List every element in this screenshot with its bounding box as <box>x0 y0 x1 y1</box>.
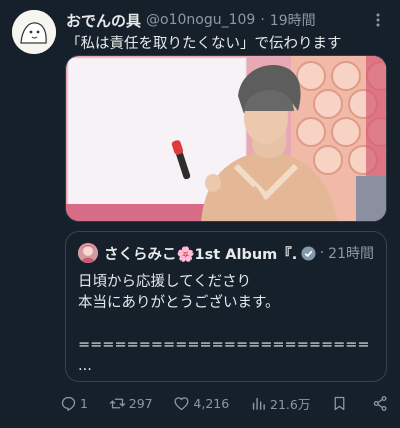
post-image[interactable] <box>65 55 387 222</box>
views-button[interactable]: 21.6万 <box>250 394 310 413</box>
reply-icon <box>61 396 76 411</box>
repost-icon <box>109 398 125 408</box>
action-bar: 1 297 4,216 21.6万 <box>60 392 392 414</box>
quoted-display-name: さくらみこ🌸1st Album『... <box>104 246 298 263</box>
quoted-line: ... <box>78 358 92 374</box>
heart-icon <box>174 396 189 410</box>
photo <box>66 56 386 221</box>
timestamp[interactable]: 19時間 <box>270 10 316 30</box>
repost-count: 297 <box>128 395 153 411</box>
handle[interactable]: @o10nogu_109 <box>146 12 255 28</box>
reply-button[interactable]: 1 <box>60 395 88 412</box>
quoted-line <box>78 314 370 335</box>
quoted-line: 本当にありがとうございます。 <box>78 295 280 311</box>
views-icon <box>252 397 265 410</box>
quoted-post-text: 日頃から応援してくださり 本当にありがとうございます。 ============… <box>78 272 370 377</box>
like-count: 4,216 <box>193 395 230 411</box>
more-dots-icon[interactable] <box>370 12 386 28</box>
reply-count: 1 <box>80 395 88 411</box>
separator: · <box>260 12 265 28</box>
quoted-line: ======================== <box>78 337 370 353</box>
quoted-post-header: さくらみこ🌸1st Album『... · 21時間 <box>78 242 374 264</box>
display-name[interactable]: おでんの具 <box>66 10 141 31</box>
share-icon <box>373 395 387 411</box>
post-header: おでんの具 @o10nogu_109 · 19時間 <box>66 9 386 31</box>
quoted-avatar <box>78 243 98 263</box>
post-text: 「私は責任を取りたくない」で伝わります <box>66 36 342 52</box>
quoted-timestamp: 21時間 <box>328 246 374 262</box>
quoted-line: 日頃から応援してくださり <box>78 274 252 290</box>
quoted-separator: · <box>319 245 325 261</box>
verified-badge-icon <box>301 245 316 261</box>
bookmark-button[interactable] <box>331 395 351 412</box>
quoted-post[interactable]: さくらみこ🌸1st Album『... · 21時間 日頃から応援してくださり … <box>65 231 387 382</box>
view-count: 21.6万 <box>270 396 311 412</box>
bookmark-icon <box>334 396 345 410</box>
like-button[interactable]: 4,216 <box>173 395 229 412</box>
avatar[interactable] <box>12 10 56 54</box>
share-button[interactable] <box>372 395 392 412</box>
avatar-image <box>12 10 56 54</box>
repost-button[interactable]: 297 <box>109 395 153 412</box>
